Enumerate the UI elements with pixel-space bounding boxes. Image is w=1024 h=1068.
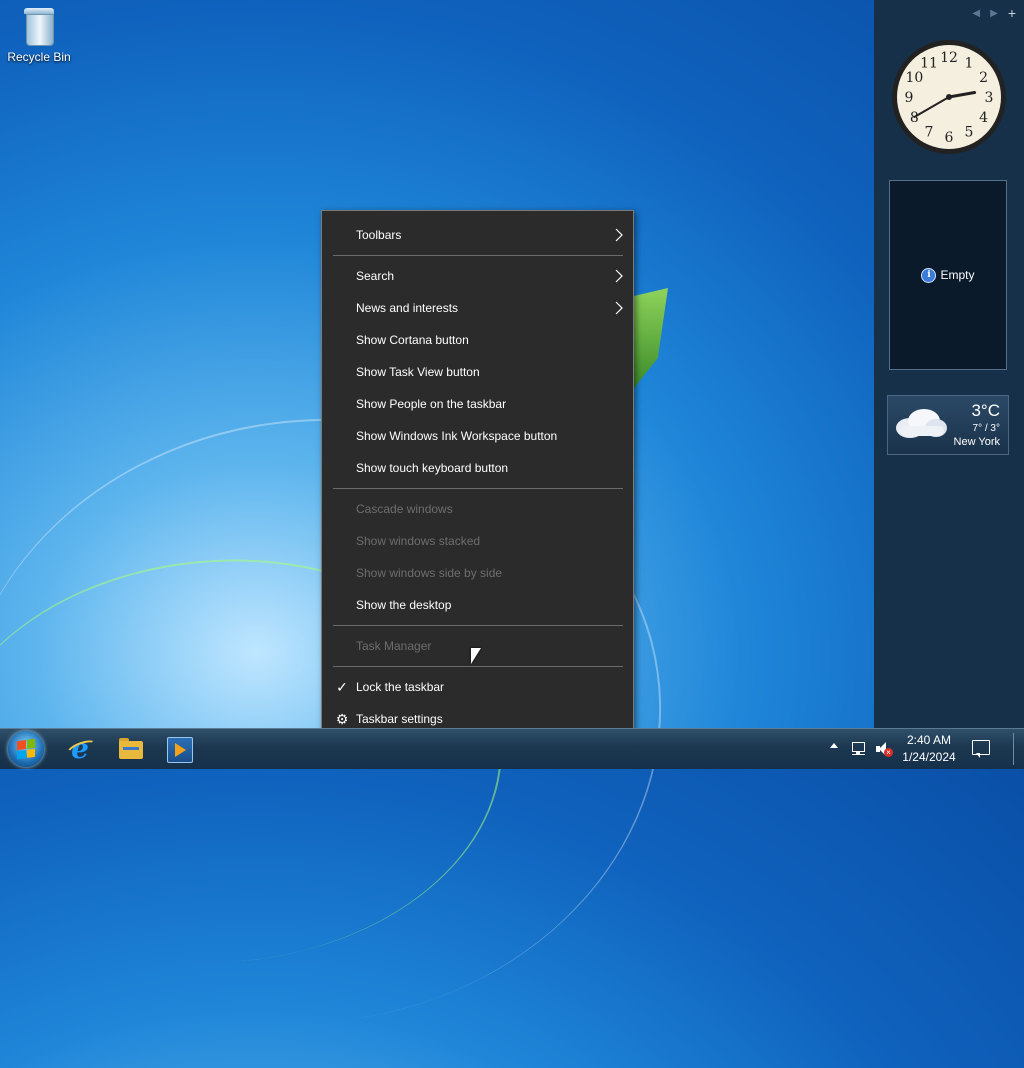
gear-icon: ⚙	[335, 711, 349, 727]
menu-item-news-and-interests[interactable]: News and interests	[322, 292, 633, 324]
sidebar-prev-icon[interactable]: ◀	[972, 8, 980, 19]
submenu-arrow-icon	[615, 269, 623, 283]
taskbar: e × 2:40 AM 1/24/2024	[0, 728, 1024, 769]
menu-separator	[333, 488, 623, 489]
mouse-cursor	[471, 648, 481, 664]
clock-date: 1/24/2024	[902, 750, 956, 764]
weather-temperature: 3°C	[971, 401, 1000, 420]
menu-item-lock-taskbar[interactable]: ✓ Lock the taskbar	[322, 671, 633, 703]
clock-numeral: 12	[940, 50, 958, 66]
info-icon: i	[921, 267, 937, 283]
menu-separator	[333, 625, 623, 626]
network-icon[interactable]	[851, 742, 867, 756]
checkmark-icon: ✓	[336, 679, 348, 695]
cloud-icon	[896, 409, 947, 438]
recycle-bin-shortcut[interactable]: Recycle Bin	[6, 6, 72, 64]
internet-explorer-icon[interactable]: e	[66, 735, 94, 763]
menu-item-show-cortana[interactable]: Show Cortana button	[322, 324, 633, 356]
weather-range: 7° / 3°	[972, 423, 1000, 434]
clock-numeral: 2	[979, 70, 988, 86]
menu-separator	[333, 666, 623, 667]
slideshow-empty-label: Empty	[940, 268, 975, 282]
system-clock[interactable]: 2:40 AM 1/24/2024	[898, 732, 960, 772]
clock-numeral: 7	[925, 125, 934, 141]
menu-item-toolbars[interactable]: Toolbars	[322, 219, 633, 251]
start-button[interactable]	[8, 731, 44, 767]
slideshow-gadget[interactable]: i Empty	[889, 180, 1007, 370]
show-hidden-icons-arrow[interactable]	[830, 743, 838, 748]
clock-numeral: 6	[945, 130, 954, 146]
sidebar-next-icon[interactable]: ▶	[990, 8, 998, 19]
media-player-icon[interactable]	[165, 735, 193, 763]
menu-separator	[333, 255, 623, 256]
action-center-icon[interactable]	[972, 740, 990, 758]
clock-numeral: 10	[905, 70, 923, 86]
menu-item-show-desktop[interactable]: Show the desktop	[322, 589, 633, 621]
menu-item-side-by-side: Show windows side by side	[356, 566, 503, 580]
recycle-bin-icon	[22, 6, 56, 46]
clock-numeral: 3	[985, 90, 994, 106]
menu-item-search[interactable]: Search	[322, 260, 633, 292]
menu-item-show-people[interactable]: Show People on the taskbar	[322, 388, 633, 420]
clock-numeral: 4	[979, 110, 988, 126]
menu-item-show-ink-workspace[interactable]: Show Windows Ink Workspace button	[322, 420, 633, 452]
clock-gadget[interactable]: 12 1234567891011	[890, 38, 1008, 156]
butterfly-wallpaper-fragment	[634, 288, 668, 388]
menu-item-show-task-view[interactable]: Show Task View button	[322, 356, 633, 388]
windows-logo-icon	[17, 738, 35, 760]
menu-item-show-touch-keyboard[interactable]: Show touch keyboard button	[322, 452, 633, 484]
recycle-bin-label: Recycle Bin	[7, 50, 71, 64]
clock-numeral: 5	[965, 125, 974, 141]
clock-time: 2:40 AM	[906, 733, 952, 747]
add-gadget-icon[interactable]: +	[1008, 6, 1016, 20]
show-desktop-button[interactable]	[1013, 733, 1022, 765]
weather-city: New York	[953, 436, 1000, 448]
menu-item-windows-stacked: Show windows stacked	[356, 534, 481, 548]
menu-item-cascade-windows: Cascade windows	[356, 502, 453, 516]
clock-numeral: 9	[905, 90, 914, 106]
sidebar-controls: ◀ ▶ +	[972, 6, 1016, 20]
weather-gadget[interactable]: 3°C 7° / 3° New York	[887, 395, 1009, 455]
file-explorer-icon[interactable]	[117, 735, 145, 763]
clock-numeral: 11	[920, 55, 938, 71]
clock-numeral: 1	[965, 55, 974, 71]
gadget-sidebar: ◀ ▶ + 12 1 2 3 4 5 6 7 8 9 10 11 i Empty 3°C 7° / 3…	[874, 0, 1024, 728]
volume-muted-icon[interactable]: ×	[876, 742, 894, 758]
submenu-arrow-icon	[615, 228, 623, 242]
submenu-arrow-icon	[615, 301, 623, 315]
